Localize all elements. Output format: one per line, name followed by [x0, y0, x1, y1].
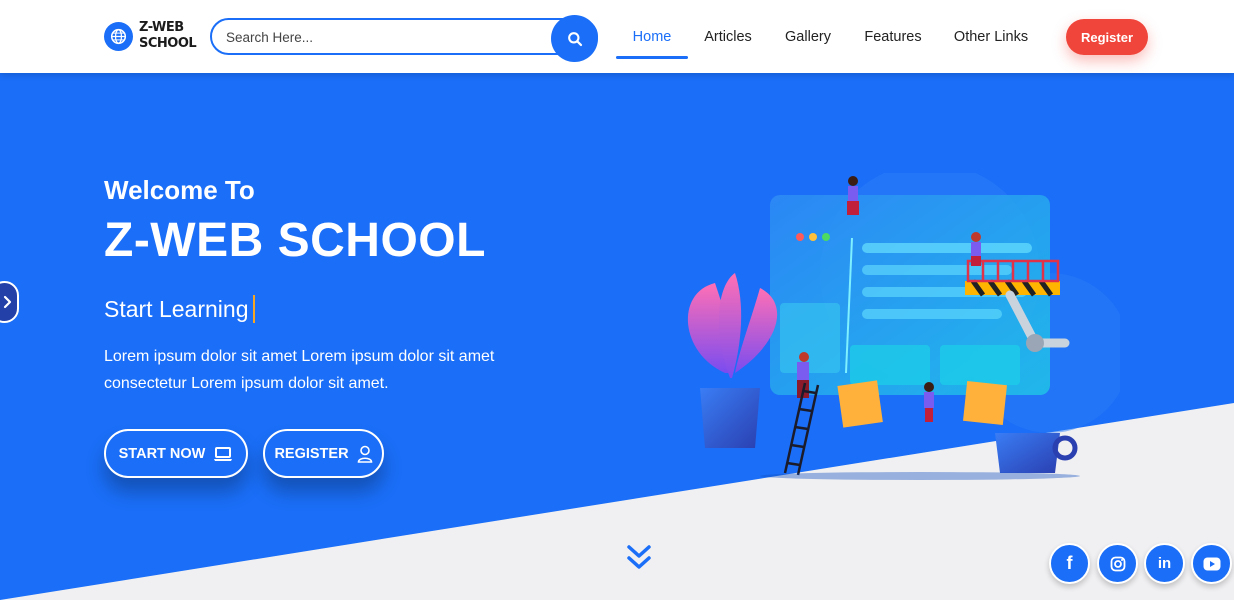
hero-title: Z-WEB SCHOOL	[104, 214, 486, 267]
start-now-label: START NOW	[118, 445, 206, 462]
hero-description: Lorem ipsum dolor sit amet Lorem ipsum d…	[104, 348, 495, 392]
nav-articles[interactable]: Articles	[688, 0, 768, 73]
logo[interactable]: Z-WEB SCHOOL	[104, 20, 197, 52]
scroll-down-button[interactable]	[624, 543, 654, 573]
nav-gallery[interactable]: Gallery	[768, 0, 848, 73]
search-icon	[567, 31, 582, 46]
linkedin-icon: in	[1157, 555, 1172, 572]
search-input[interactable]	[226, 27, 546, 47]
nav-features[interactable]: Features	[848, 0, 938, 73]
navbar: Z-WEB SCHOOL Home Articles Gallery Featu…	[0, 0, 1234, 73]
side-toggle-button[interactable]	[0, 281, 19, 323]
main-nav: Home Articles Gallery Features Other Lin…	[616, 0, 1044, 73]
logo-line-1: Z-WEB	[139, 20, 184, 35]
start-now-button[interactable]: START NOW	[104, 429, 248, 478]
globe-icon	[104, 21, 133, 51]
chevron-right-icon	[3, 295, 12, 309]
logo-text: Z-WEB SCHOOL	[139, 20, 197, 52]
logo-line-2: SCHOOL	[139, 36, 197, 51]
instagram-button[interactable]	[1097, 543, 1138, 584]
hero-typed-text-wrapper: Start Learning	[104, 295, 256, 323]
youtube-icon	[1203, 557, 1220, 570]
hero-illustration	[687, 173, 1120, 480]
instagram-icon	[1110, 556, 1125, 571]
nav-home[interactable]: Home	[616, 0, 688, 73]
laptop-icon	[214, 446, 233, 461]
hero-register-button[interactable]: REGISTER	[263, 429, 384, 478]
hero-section: Welcome To Z-WEB SCHOOL Start Learning L…	[0, 73, 1234, 600]
hero-welcome: Welcome To	[104, 175, 255, 205]
nav-other-links[interactable]: Other Links	[938, 0, 1044, 73]
typing-cursor	[253, 295, 256, 323]
register-button[interactable]: Register	[1066, 19, 1148, 55]
search-bar	[210, 15, 598, 62]
facebook-icon: f	[1066, 553, 1073, 573]
hero-typed-text: Start Learning	[104, 295, 249, 322]
user-icon	[357, 445, 372, 463]
double-chevron-down-icon	[627, 545, 651, 569]
search-button[interactable]	[551, 15, 598, 62]
linkedin-button[interactable]: in	[1144, 543, 1185, 584]
hero-register-label: REGISTER	[274, 445, 349, 462]
facebook-button[interactable]: f	[1049, 543, 1090, 584]
youtube-button[interactable]	[1191, 543, 1232, 584]
